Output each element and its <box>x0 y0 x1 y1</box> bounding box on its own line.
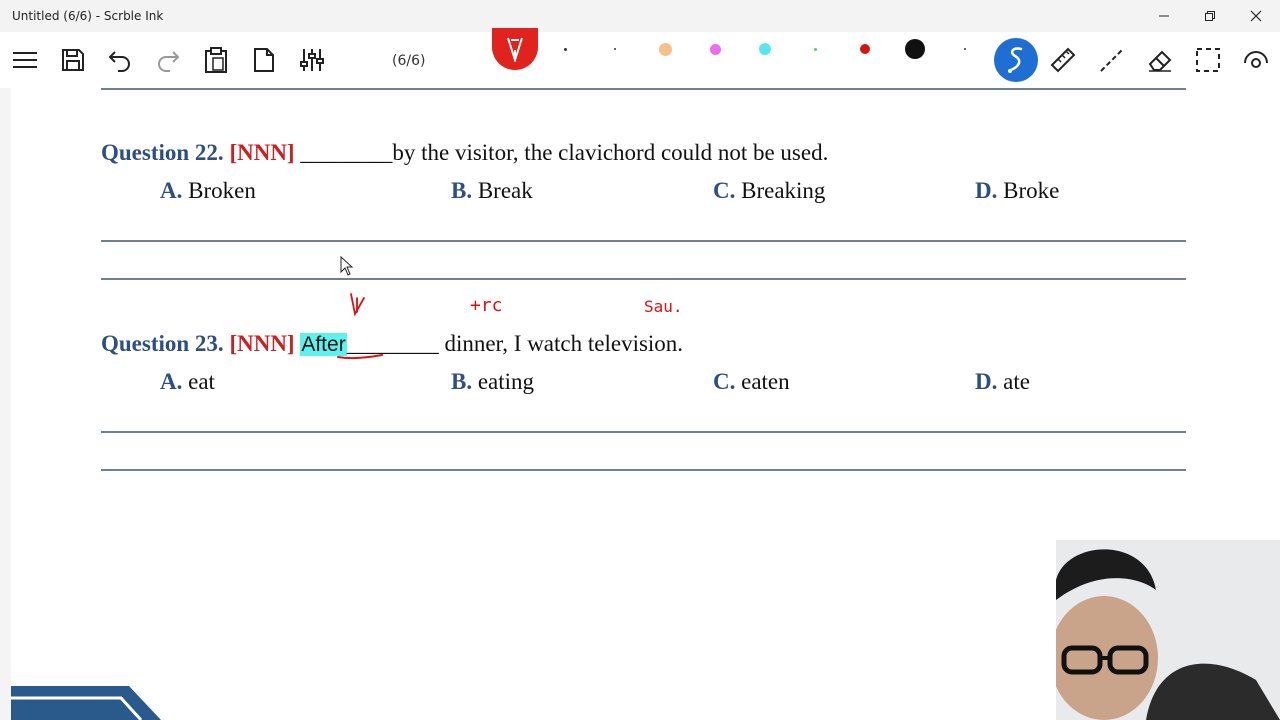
option-b: B. Break <box>451 178 533 203</box>
ink-annotation: +rc <box>470 295 503 316</box>
ruler-button[interactable] <box>1045 42 1081 78</box>
pen-size-small-swatch[interactable] <box>614 48 616 50</box>
option-c: C. Breaking <box>713 178 826 203</box>
select-icon <box>1196 48 1220 72</box>
cursor-icon <box>340 256 354 276</box>
title-bar: Untitled (6/6) - Scrble Ink <box>0 0 1280 32</box>
lasso-icon <box>1008 47 1023 73</box>
page-icon <box>254 48 274 72</box>
line-tool-button[interactable] <box>1094 42 1130 78</box>
lasso-tool-button[interactable] <box>994 38 1038 82</box>
sliders-icon <box>300 49 324 71</box>
question-number: Question 23. <box>101 331 224 356</box>
minimize-icon <box>1159 15 1169 17</box>
ink-canvas[interactable]: Question 22. [NNN] ________by the visito… <box>0 88 1280 720</box>
question-number: Question 22. <box>101 140 224 165</box>
save-icon <box>62 49 84 71</box>
pink-color-swatch[interactable] <box>710 44 721 55</box>
option-a: A. eat <box>160 369 215 394</box>
question-tag: [NNN] <box>229 331 295 356</box>
close-icon <box>1250 10 1262 22</box>
black-small-swatch[interactable] <box>964 48 966 50</box>
option-b: B. eating <box>451 369 535 394</box>
pen-tool-button[interactable] <box>492 28 538 70</box>
redo-button[interactable] <box>150 42 186 78</box>
black-color-swatch[interactable] <box>905 39 925 59</box>
menu-button[interactable] <box>7 42 43 78</box>
question-23: Question 23. [NNN] After________ dinner,… <box>101 331 683 357</box>
cyan-color-swatch[interactable] <box>759 43 771 55</box>
maximize-icon <box>1205 11 1215 21</box>
option-c: C. eaten <box>713 369 790 394</box>
presenter-video <box>1056 540 1280 720</box>
save-button[interactable] <box>55 42 91 78</box>
question-tag: [NNN] <box>229 140 295 165</box>
option-a: A. Broken <box>160 178 256 203</box>
corner-logo <box>11 686 161 720</box>
answer-blank: ________ <box>300 140 393 165</box>
red-color-swatch[interactable] <box>860 44 870 54</box>
divider-line <box>101 278 1186 280</box>
eraser-button[interactable] <box>1142 42 1178 78</box>
option-d: D. Broke <box>975 178 1060 203</box>
page-indicator: (6/6) <box>392 53 426 69</box>
ruler-icon <box>1050 47 1076 73</box>
undo-button[interactable] <box>102 42 138 78</box>
undo-icon <box>108 51 130 72</box>
line-icon <box>1100 48 1124 72</box>
question-text: by the visitor, the clavichord could not… <box>392 140 829 165</box>
orange-color-swatch[interactable] <box>659 43 672 56</box>
redo-icon <box>158 51 180 72</box>
pen-icon <box>507 37 523 62</box>
select-button[interactable] <box>1190 42 1226 78</box>
clipboard-icon <box>205 47 227 73</box>
menu-icon <box>13 52 37 68</box>
view-button[interactable] <box>1238 42 1274 78</box>
paste-button[interactable] <box>198 42 234 78</box>
eraser-icon <box>1148 50 1172 72</box>
webcam-overlay <box>1056 540 1280 720</box>
view-icon <box>1244 51 1268 68</box>
option-d: D. ate <box>975 369 1030 394</box>
pen-size-tiny-swatch[interactable] <box>564 48 567 51</box>
page-margin <box>0 88 11 720</box>
divider-line <box>101 88 1186 90</box>
toolbar: (6/6) <box>0 28 1280 88</box>
minimize-button[interactable] <box>1141 0 1187 32</box>
ink-annotation: Sau. <box>644 297 683 316</box>
divider-line <box>101 469 1186 471</box>
green-color-swatch[interactable] <box>814 48 817 51</box>
settings-button[interactable] <box>294 42 330 78</box>
maximize-button[interactable] <box>1187 0 1233 32</box>
divider-line <box>101 240 1186 242</box>
question-22: Question 22. [NNN] ________by the visito… <box>101 140 828 166</box>
window-title: Untitled (6/6) - Scrble Ink <box>12 9 164 23</box>
close-button[interactable] <box>1233 0 1279 32</box>
divider-line <box>101 431 1186 433</box>
ink-underline <box>337 354 383 360</box>
new-page-button[interactable] <box>246 42 282 78</box>
ink-arrow-down <box>350 293 365 317</box>
question-text: dinner, I watch television. <box>444 331 684 356</box>
